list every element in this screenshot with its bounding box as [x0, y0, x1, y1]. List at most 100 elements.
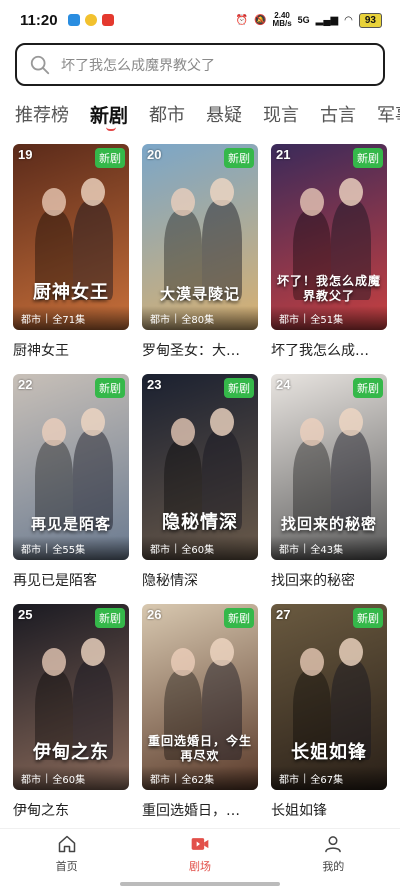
genre-label: 都市 — [279, 544, 299, 556]
poster-figure-head — [210, 408, 234, 436]
poster-title-art: 大漠寻陵记 — [159, 285, 240, 303]
nav-profile[interactable]: 我的 — [293, 834, 373, 874]
drama-title[interactable]: 伊甸之东 — [13, 800, 129, 820]
nav-theater[interactable]: 剧场 — [160, 834, 240, 874]
poster-figure-head — [81, 638, 105, 666]
drama-title[interactable]: 重回选婚日，… — [142, 800, 258, 820]
poster-figure-head — [171, 418, 195, 446]
rank-number: 27 — [276, 607, 291, 622]
nav-profile-label: 我的 — [322, 859, 345, 873]
poster-title-art: 找回来的秘密 — [280, 515, 377, 533]
new-drama-badge: 新剧 — [353, 608, 383, 628]
poster-figure-head — [210, 178, 234, 206]
notification-icons — [67, 14, 114, 26]
genre-label: 都市 — [279, 774, 299, 786]
drama-card[interactable]: 20 新剧 大漠寻陵记 都市 | 全80集 罗甸圣女：大… — [142, 144, 258, 374]
poster-figure-head — [300, 648, 324, 676]
poster-figure-head — [300, 188, 324, 216]
meta-separator: | — [303, 772, 307, 784]
rank-number: 20 — [147, 147, 162, 162]
poster-figure-head — [339, 178, 363, 206]
drama-title[interactable]: 坏了我怎么成… — [271, 340, 387, 360]
genre-label: 都市 — [279, 314, 299, 326]
home-icon — [58, 835, 75, 852]
episode-count: 全55集 — [52, 544, 86, 556]
drama-poster[interactable]: 27 新剧 长姐如锋 都市 | 全67集 — [271, 604, 387, 790]
drama-card[interactable]: 23 新剧 隐秘情深 都市 | 全60集 隐秘情深 — [142, 374, 258, 604]
drama-card[interactable]: 25 新剧 伊甸之东 都市 | 全60集 伊甸之东 — [13, 604, 129, 834]
tab-modern-romance[interactable]: 现言 — [263, 101, 299, 127]
poster-figure-head — [81, 408, 105, 436]
drama-poster[interactable]: 25 新剧 伊甸之东 都市 | 全60集 — [13, 604, 129, 790]
poster-meta: 都市 | 全80集 — [142, 306, 258, 330]
bottom-navigation: 首页 剧场 我的 — [0, 828, 400, 878]
drama-card[interactable]: 26 新剧 重回选婚日，今生再尽欢 都市 | 全62集 重回选婚日，… — [142, 604, 258, 834]
meta-separator: | — [303, 542, 307, 554]
rank-number: 25 — [18, 607, 33, 622]
poster-meta: 都市 | 全60集 — [13, 766, 129, 790]
drama-title[interactable]: 厨神女王 — [13, 340, 129, 360]
episode-count: 全60集 — [181, 544, 215, 556]
drama-poster[interactable]: 22 新剧 再见是陌客 都市 | 全55集 — [13, 374, 129, 560]
rank-number: 26 — [147, 607, 162, 622]
home-indicator[interactable] — [120, 882, 280, 886]
poster-figure-head — [42, 648, 66, 676]
search-bar[interactable]: 坏了我怎么成魔界教父了 — [15, 43, 385, 86]
app-notification-icon — [101, 14, 114, 26]
drama-title[interactable]: 再见已是陌客 — [13, 570, 129, 590]
drama-card[interactable]: 19 新剧 厨神女王 都市 | 全71集 厨神女王 — [13, 144, 129, 374]
tab-recommend[interactable]: 推荐榜 — [15, 101, 69, 127]
poster-meta: 都市 | 全71集 — [13, 306, 129, 330]
battery-indicator: 93 — [358, 12, 382, 28]
new-drama-badge: 新剧 — [95, 148, 125, 168]
drama-grid: 19 新剧 厨神女王 都市 | 全71集 厨神女王 20 新剧 大漠寻陵记 都市… — [13, 144, 387, 834]
poster-figure-head — [42, 418, 66, 446]
drama-title[interactable]: 罗甸圣女：大… — [142, 340, 258, 360]
drama-card[interactable]: 24 新剧 找回来的秘密 都市 | 全43集 找回来的秘密 — [271, 374, 387, 604]
poster-figure-head — [339, 638, 363, 666]
nav-home[interactable]: 首页 — [27, 834, 107, 874]
poster-title-art: 厨神女王 — [33, 282, 109, 303]
drama-poster[interactable]: 21 新剧 坏了！我怎么成魔界教父了 都市 | 全51集 — [271, 144, 387, 330]
drama-title[interactable]: 隐秘情深 — [142, 570, 258, 590]
drama-title[interactable]: 找回来的秘密 — [271, 570, 387, 590]
new-drama-badge: 新剧 — [95, 378, 125, 398]
status-indicators: ⏰ 🔕 2.40 MB/s 5G ▂▄▆ ◠ 93 — [236, 12, 382, 28]
poster-figure-head — [339, 408, 363, 436]
rank-number: 24 — [276, 377, 291, 392]
tab-new-drama[interactable]: 新剧 — [90, 101, 128, 131]
new-drama-badge: 新剧 — [224, 378, 254, 398]
poster-title-art: 长姐如锋 — [291, 742, 367, 763]
drama-poster[interactable]: 24 新剧 找回来的秘密 都市 | 全43集 — [271, 374, 387, 560]
rank-number: 19 — [18, 147, 33, 162]
active-tab-indicator — [106, 127, 116, 131]
poster-meta: 都市 | 全67集 — [271, 766, 387, 790]
tab-military[interactable]: 军事 — [377, 101, 400, 127]
poster-title-art: 坏了！我怎么成魔界教父了 — [276, 274, 381, 303]
genre-label: 都市 — [150, 544, 170, 556]
drama-poster[interactable]: 19 新剧 厨神女王 都市 | 全71集 — [13, 144, 129, 330]
episode-count: 全43集 — [310, 544, 344, 556]
status-time: 11:20 — [20, 11, 58, 29]
nav-home-label: 首页 — [55, 859, 78, 873]
poster-figure-head — [42, 188, 66, 216]
poster-meta: 都市 | 全62集 — [142, 766, 258, 790]
drama-poster[interactable]: 20 新剧 大漠寻陵记 都市 | 全80集 — [142, 144, 258, 330]
meta-separator: | — [45, 542, 49, 554]
meta-separator: | — [45, 312, 49, 324]
genre-label: 都市 — [21, 774, 41, 786]
tab-ancient-romance[interactable]: 古言 — [320, 101, 356, 127]
drama-card[interactable]: 27 新剧 长姐如锋 都市 | 全67集 长姐如锋 — [271, 604, 387, 834]
poster-meta: 都市 | 全43集 — [271, 536, 387, 560]
profile-icon — [325, 835, 342, 852]
tab-urban[interactable]: 都市 — [149, 101, 185, 127]
drama-title[interactable]: 长姐如锋 — [271, 800, 387, 820]
tab-suspense[interactable]: 悬疑 — [206, 101, 242, 127]
drama-poster[interactable]: 23 新剧 隐秘情深 都市 | 全60集 — [142, 374, 258, 560]
poster-title-art: 伊甸之东 — [33, 742, 109, 763]
episode-count: 全60集 — [52, 774, 86, 786]
drama-poster[interactable]: 26 新剧 重回选婚日，今生再尽欢 都市 | 全62集 — [142, 604, 258, 790]
drama-card[interactable]: 21 新剧 坏了！我怎么成魔界教父了 都市 | 全51集 坏了我怎么成… — [271, 144, 387, 374]
drama-card[interactable]: 22 新剧 再见是陌客 都市 | 全55集 再见已是陌客 — [13, 374, 129, 604]
poster-title-art: 再见是陌客 — [30, 515, 111, 533]
